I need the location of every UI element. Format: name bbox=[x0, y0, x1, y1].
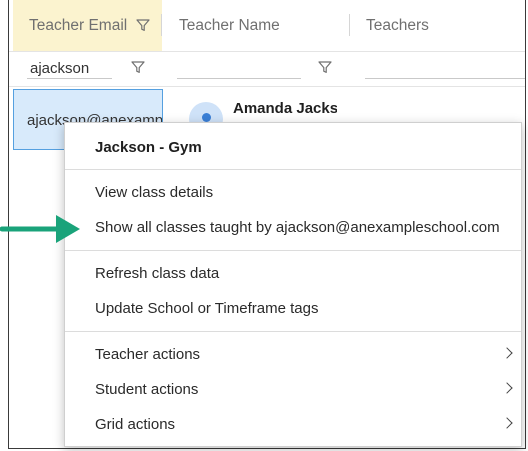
menu-divider bbox=[65, 250, 521, 251]
teacher-email-filter-input[interactable]: ajackson bbox=[27, 60, 112, 79]
menu-item-update-tags[interactable]: Update School or Timeframe tags bbox=[65, 294, 521, 324]
menu-item-label: Update School or Timeframe tags bbox=[95, 300, 319, 317]
column-filter-icon[interactable] bbox=[136, 18, 150, 32]
menu-divider bbox=[65, 169, 521, 170]
menu-item-label: Student actions bbox=[95, 381, 199, 398]
column-header-teacher-name[interactable]: Teacher Name bbox=[162, 0, 350, 51]
avatar-status-dot bbox=[202, 113, 211, 122]
grid-header-row: Teacher Email Teacher Name Teachers bbox=[9, 0, 525, 51]
menu-item-student-actions[interactable]: Student actions bbox=[65, 375, 521, 405]
column-header-label: Teachers bbox=[366, 16, 429, 34]
column-header-teacher-email[interactable]: Teacher Email bbox=[13, 0, 162, 51]
teacher-name-cell[interactable]: Amanda Jackson bbox=[233, 100, 337, 117]
chevron-right-icon bbox=[501, 347, 513, 359]
menu-item-show-all-classes[interactable]: Show all classes taught by ajackson@anex… bbox=[65, 213, 521, 243]
teacher-name-filter-input[interactable] bbox=[177, 60, 301, 79]
column-header-teachers[interactable]: Teachers bbox=[350, 0, 525, 51]
chevron-right-icon bbox=[501, 417, 513, 429]
menu-item-refresh-class-data[interactable]: Refresh class data bbox=[65, 259, 521, 289]
menu-item-label: View class details bbox=[95, 184, 214, 201]
menu-item-label: Grid actions bbox=[95, 416, 176, 433]
menu-item-label: Refresh class data bbox=[95, 265, 220, 282]
menu-item-label: Teacher actions bbox=[95, 346, 201, 363]
column-header-label: Teacher Email bbox=[29, 16, 128, 34]
context-menu-title: Jackson - Gym bbox=[95, 139, 202, 156]
menu-divider bbox=[65, 331, 521, 332]
grid-filter-row: ajackson bbox=[9, 51, 525, 87]
context-menu: Jackson - Gym View class details Show al… bbox=[64, 122, 522, 447]
menu-item-label: Show all classes taught by ajackson@anex… bbox=[95, 219, 500, 236]
filter-icon[interactable] bbox=[318, 60, 332, 74]
arrow-right-icon bbox=[0, 215, 80, 243]
menu-item-teacher-actions[interactable]: Teacher actions bbox=[65, 340, 521, 370]
column-header-label: Teacher Name bbox=[179, 16, 280, 34]
menu-item-view-class-details[interactable]: View class details bbox=[65, 178, 521, 208]
chevron-right-icon bbox=[501, 382, 513, 394]
menu-item-grid-actions[interactable]: Grid actions bbox=[65, 410, 521, 440]
teachers-filter-input[interactable] bbox=[365, 60, 525, 79]
filter-icon[interactable] bbox=[131, 60, 145, 74]
